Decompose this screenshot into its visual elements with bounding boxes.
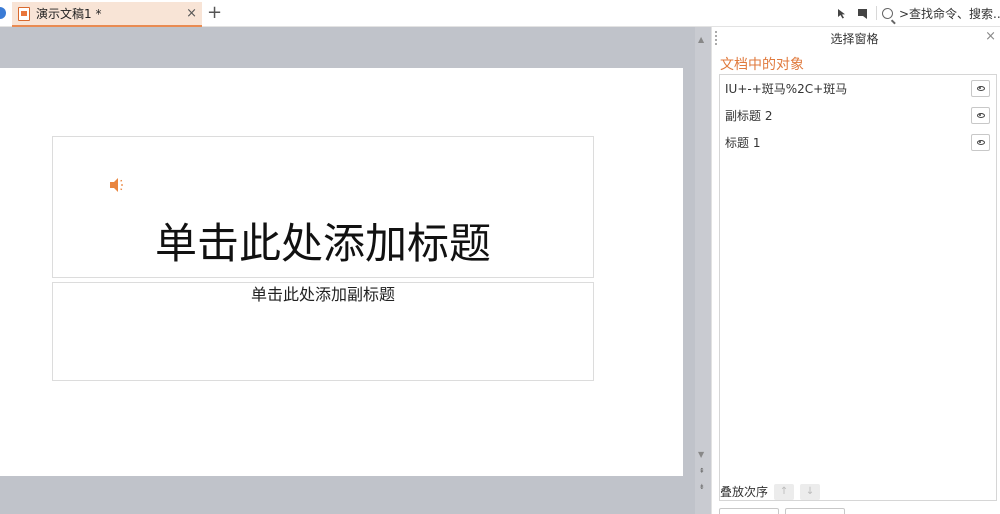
show-all-button[interactable] bbox=[719, 508, 779, 514]
next-page-icon[interactable]: ⇟ bbox=[699, 483, 705, 491]
pane-title: 选择窗格 bbox=[830, 32, 879, 46]
cursor-icon[interactable] bbox=[836, 8, 847, 19]
visibility-toggle-button[interactable] bbox=[971, 80, 990, 97]
slide[interactable]: 单击此处添加标题 单击此处添加副标题 bbox=[0, 68, 683, 476]
search-icon bbox=[882, 8, 893, 19]
prev-page-icon[interactable]: ⇞ bbox=[699, 467, 705, 475]
list-item[interactable]: 副标题 2 bbox=[720, 102, 996, 129]
close-icon[interactable]: × bbox=[985, 29, 996, 44]
visibility-toggle-button[interactable] bbox=[971, 107, 990, 124]
list-item[interactable]: IU+-+斑马%2C+斑马 bbox=[720, 75, 996, 102]
visibility-toggle-button[interactable] bbox=[971, 134, 990, 151]
stack-order-label: 叠放次序 bbox=[720, 485, 769, 499]
eye-icon bbox=[976, 113, 985, 118]
sound-icon[interactable] bbox=[108, 176, 126, 194]
move-down-icon[interactable]: ↓ bbox=[800, 483, 821, 500]
list-item[interactable]: 标题 1 bbox=[720, 129, 996, 156]
object-label: 标题 1 bbox=[725, 136, 761, 150]
presentation-doc-icon bbox=[18, 6, 30, 21]
move-up-icon[interactable]: ↑ bbox=[774, 483, 795, 500]
toolbar-separator bbox=[876, 6, 877, 20]
new-tab-button[interactable]: + bbox=[207, 2, 222, 24]
eye-icon bbox=[976, 140, 985, 145]
command-search[interactable]: >查找命令、搜索... bbox=[882, 5, 1000, 22]
object-label: 副标题 2 bbox=[725, 109, 773, 123]
vertical-scrollbar[interactable]: ▲ ▼ ⇞ ⇟ bbox=[695, 27, 711, 514]
document-tab[interactable]: 演示文稿1 * × bbox=[12, 2, 202, 27]
tab-bar: 演示文稿1 * × + >查找命令、搜索... bbox=[0, 0, 1000, 27]
subtitle-placeholder-text[interactable]: 单击此处添加副标题 bbox=[52, 284, 594, 306]
hide-all-button[interactable] bbox=[785, 508, 845, 514]
object-list: IU+-+斑马%2C+斑马 副标题 2 标题 1 bbox=[719, 74, 997, 501]
search-input[interactable]: >查找命令、搜索... bbox=[899, 5, 1000, 22]
objects-section-title: 文档中的对象 bbox=[720, 57, 804, 73]
scroll-up-icon[interactable]: ▲ bbox=[698, 35, 704, 44]
object-label: IU+-+斑马%2C+斑马 bbox=[725, 82, 848, 96]
editing-canvas[interactable]: 单击此处添加标题 单击此处添加副标题 bbox=[0, 27, 695, 514]
stack-order-row: 叠放次序 ↑ ↓ bbox=[720, 483, 821, 500]
selection-pane: 选择窗格 × 文档中的对象 IU+-+斑马%2C+斑马 副标题 2 标题 1 叠… bbox=[711, 27, 1000, 514]
document-tab-title: 演示文稿1 * bbox=[36, 7, 102, 21]
eye-icon bbox=[976, 86, 985, 91]
app-home-icon[interactable] bbox=[0, 7, 6, 19]
scroll-down-icon[interactable]: ▼ bbox=[698, 450, 704, 459]
comment-icon[interactable] bbox=[857, 8, 869, 19]
close-tab-icon[interactable]: × bbox=[186, 6, 197, 21]
title-placeholder-text[interactable]: 单击此处添加标题 bbox=[52, 216, 594, 272]
